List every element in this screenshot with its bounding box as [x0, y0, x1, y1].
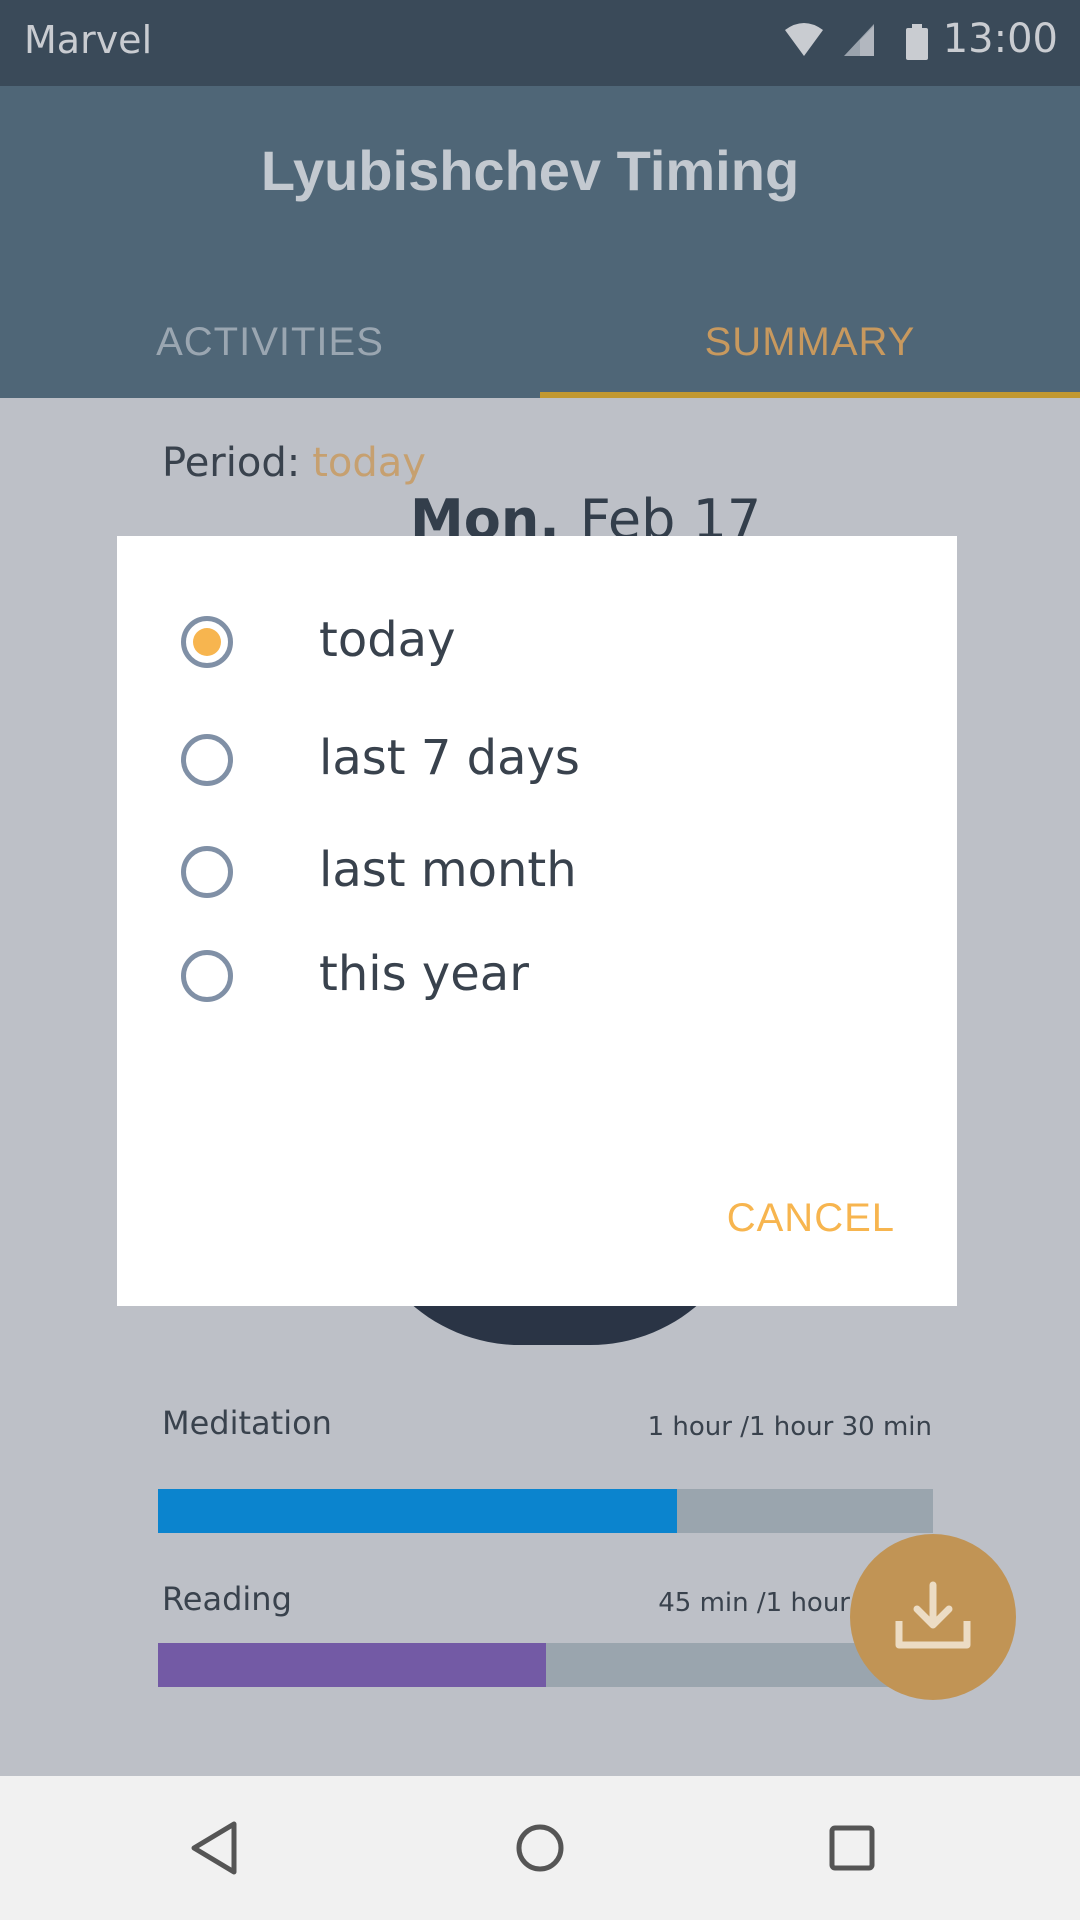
- tab-activities[interactable]: ACTIVITIES: [0, 286, 540, 398]
- activity-time-meditation: 1 hour /1 hour 30 min: [647, 1412, 932, 1442]
- tab-indicator: [540, 392, 1080, 398]
- period-dialog: today last 7 days last month this year C…: [117, 536, 957, 1306]
- option-this-year[interactable]: this year: [117, 926, 957, 1026]
- activity-label-meditation: Meditation: [162, 1404, 332, 1442]
- progress-fill-reading: [158, 1643, 546, 1687]
- option-label-last-month: last month: [319, 842, 577, 898]
- radio-this-year[interactable]: [181, 950, 233, 1002]
- progress-track-reading: [158, 1643, 933, 1687]
- app-bar: Lyubishchev Timing ACTIVITIES SUMMARY: [0, 86, 1080, 398]
- option-label-this-year: this year: [319, 946, 529, 1002]
- carrier-name: Marvel: [24, 18, 153, 62]
- download-button[interactable]: [850, 1534, 1016, 1700]
- option-last-7-days[interactable]: last 7 days: [117, 710, 957, 810]
- clock: 13:00: [942, 16, 1058, 62]
- system-nav-bar: [0, 1776, 1080, 1920]
- option-last-month[interactable]: last month: [117, 822, 957, 922]
- period-label: Period:: [162, 440, 301, 486]
- cancel-button[interactable]: CANCEL: [727, 1196, 895, 1241]
- option-label-last-7-days: last 7 days: [319, 730, 580, 786]
- battery-icon: [906, 24, 928, 60]
- progress-fill-meditation: [158, 1489, 678, 1533]
- radio-last-month[interactable]: [181, 846, 233, 898]
- option-label-today: today: [319, 612, 456, 668]
- cell-signal-icon: [844, 24, 874, 56]
- period-row[interactable]: Period: today: [162, 440, 426, 486]
- radio-today[interactable]: [181, 616, 233, 668]
- status-bar: Marvel 13:00: [0, 0, 1080, 86]
- activity-label-reading: Reading: [162, 1580, 292, 1618]
- recents-icon[interactable]: [820, 1816, 884, 1880]
- period-value[interactable]: today: [312, 440, 426, 486]
- radio-last-7-days[interactable]: [181, 734, 233, 786]
- activity-time-reading: 45 min /1 hour: [658, 1588, 850, 1618]
- radio-selected-dot: [193, 628, 221, 656]
- home-icon[interactable]: [508, 1816, 572, 1880]
- wifi-icon: [785, 23, 823, 56]
- progress-track-meditation: [158, 1489, 933, 1533]
- app-title: Lyubishchev Timing: [260, 139, 800, 202]
- back-icon[interactable]: [182, 1816, 246, 1880]
- option-today[interactable]: today: [117, 592, 957, 692]
- download-icon: [895, 1581, 971, 1649]
- tab-summary[interactable]: SUMMARY: [540, 286, 1080, 398]
